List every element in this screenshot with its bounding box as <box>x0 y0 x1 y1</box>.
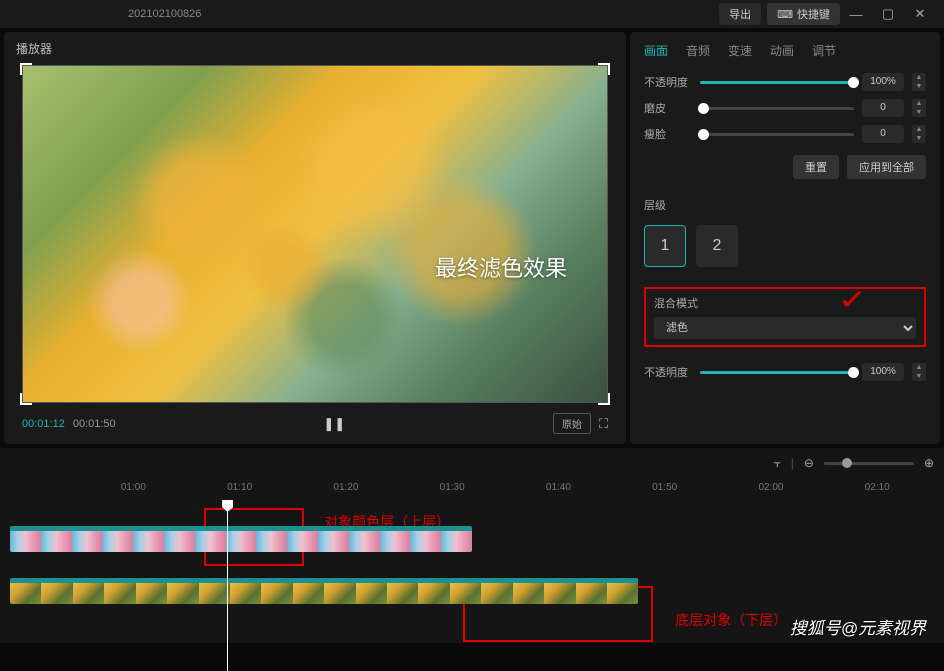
time-duration: 00:01:50 <box>73 418 116 430</box>
preview-canvas[interactable]: 最终滤色效果 <box>22 65 608 403</box>
smooth-value[interactable]: 0 <box>862 99 904 117</box>
layer-1[interactable]: 1 <box>644 225 686 267</box>
close-button[interactable]: ✕ <box>904 6 936 22</box>
time-current: 00:01:12 <box>22 418 65 430</box>
layer-label: 层级 <box>644 197 926 213</box>
tab-speed[interactable]: 变速 <box>728 42 752 59</box>
reset-button[interactable]: 重置 <box>793 155 839 179</box>
snap-icon[interactable]: ⫟ <box>773 456 780 471</box>
tab-audio[interactable]: 音频 <box>686 42 710 59</box>
opacity-stepper[interactable]: ▲▼ <box>912 73 926 91</box>
blend-mode-select[interactable]: 滤色 <box>654 317 916 339</box>
watermark: 搜狐号@元素视界 <box>790 614 926 639</box>
overlay-text: 最终滤色效果 <box>435 251 567 283</box>
smooth-stepper[interactable]: ▲▼ <box>912 99 926 117</box>
slim-stepper[interactable]: ▲▼ <box>912 125 926 143</box>
playhead[interactable] <box>227 500 228 671</box>
layer-2[interactable]: 2 <box>696 225 738 267</box>
export-button[interactable]: 导出 <box>719 3 761 25</box>
project-name: 202102100826 <box>128 8 201 20</box>
player-header: 播放器 <box>4 32 626 65</box>
apply-all-button[interactable]: 应用到全部 <box>847 155 926 179</box>
check-mark-icon: ✓ <box>837 283 868 316</box>
opacity-slider[interactable] <box>700 81 854 84</box>
tab-adjust[interactable]: 调节 <box>812 42 836 59</box>
tab-animation[interactable]: 动画 <box>770 42 794 59</box>
slim-slider[interactable] <box>700 133 854 136</box>
zoom-in-icon[interactable]: ⊕ <box>924 456 934 470</box>
timeline-ruler[interactable]: 01:00 01:10 01:20 01:30 01:40 01:50 02:0… <box>10 474 934 498</box>
blend-label: 混合模式 <box>654 295 916 311</box>
minimize-button[interactable]: — <box>840 7 872 22</box>
slim-label: 瘦脸 <box>644 126 692 142</box>
clip-lower[interactable] <box>10 578 638 604</box>
slim-value[interactable]: 0 <box>862 125 904 143</box>
annotation-lower: 底层对象（下层） <box>675 610 787 630</box>
pause-button[interactable]: ❚❚ <box>323 416 345 431</box>
original-toggle[interactable]: 原始 <box>553 413 591 434</box>
zoom-slider[interactable] <box>824 462 914 465</box>
fullscreen-icon[interactable]: ⛶ <box>599 416 608 432</box>
opacity-value[interactable]: 100% <box>862 73 904 91</box>
opacity-label: 不透明度 <box>644 74 692 90</box>
opacity2-stepper[interactable]: ▲▼ <box>912 363 926 381</box>
clip-upper[interactable] <box>10 526 472 552</box>
blend-highlight: ✓ 混合模式 滤色 <box>644 287 926 347</box>
maximize-button[interactable]: ▢ <box>872 6 904 22</box>
shortcuts-button[interactable]: ⌨快捷键 <box>767 3 840 25</box>
opacity2-value[interactable]: 100% <box>862 363 904 381</box>
smooth-label: 磨皮 <box>644 100 692 116</box>
tab-picture[interactable]: 画面 <box>644 42 668 59</box>
opacity2-label: 不透明度 <box>644 364 692 380</box>
zoom-out-icon[interactable]: ⊖ <box>804 456 814 470</box>
smooth-slider[interactable] <box>700 107 854 110</box>
opacity2-slider[interactable] <box>700 371 854 374</box>
